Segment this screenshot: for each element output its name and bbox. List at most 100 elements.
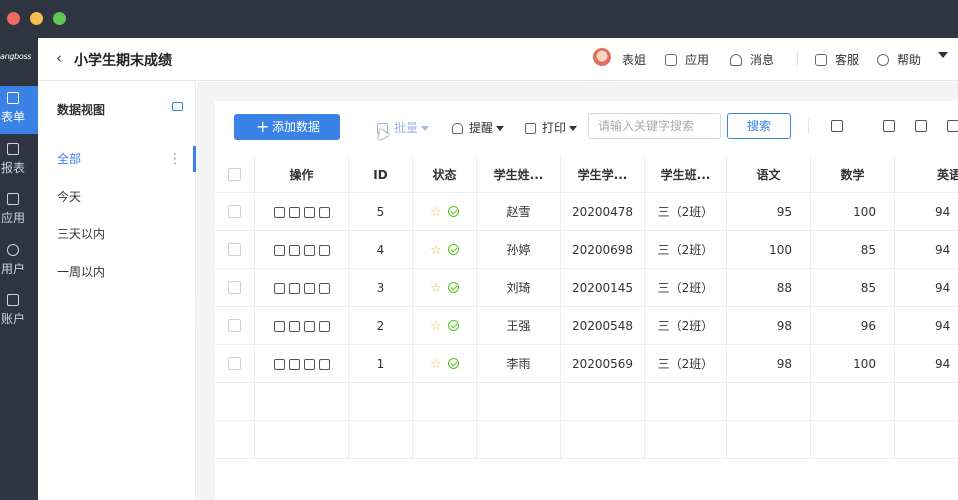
view-icon[interactable]	[288, 359, 300, 370]
view-item-three-days[interactable]: 三天以内	[38, 219, 196, 249]
column-header[interactable]: 状态	[413, 157, 477, 192]
account-icon	[7, 294, 19, 306]
select-all-checkbox[interactable]	[228, 168, 241, 181]
row-height-icon[interactable]	[883, 120, 895, 132]
avatar[interactable]	[593, 48, 611, 66]
edit-icon[interactable]	[273, 283, 285, 294]
filter-icon[interactable]	[831, 120, 843, 132]
remind-dropdown[interactable]: 提醒	[452, 119, 505, 136]
more-vertical-icon[interactable]: ⋮	[168, 144, 182, 174]
copy-icon[interactable]	[303, 283, 315, 294]
check-circle-icon	[447, 282, 459, 293]
table-cell	[645, 383, 727, 420]
copy-icon[interactable]	[303, 359, 315, 370]
rail-item-form[interactable]: 表单	[0, 86, 38, 134]
view-icon[interactable]	[288, 321, 300, 332]
print-dropdown[interactable]: 打印	[525, 119, 578, 136]
service-link[interactable]: 客服	[815, 51, 859, 68]
delete-icon[interactable]	[318, 283, 330, 294]
view-item-all[interactable]: 全部 ⋮	[38, 144, 196, 174]
bell-icon	[452, 123, 463, 134]
search-input[interactable]	[588, 113, 721, 139]
column-header[interactable]: 英语	[895, 157, 958, 192]
view-icon[interactable]	[288, 245, 300, 256]
view-item-week[interactable]: 一周以内	[38, 257, 196, 287]
user-name[interactable]: 表姐	[622, 51, 646, 68]
table-cell	[895, 383, 958, 420]
star-icon[interactable]: ☆	[430, 357, 442, 372]
copy-icon[interactable]	[303, 207, 315, 218]
view-icon[interactable]	[288, 283, 300, 294]
export-icon[interactable]	[947, 120, 958, 132]
table-cell	[413, 421, 477, 458]
row-checkbox[interactable]	[228, 281, 241, 294]
column-header[interactable]: 学生学...	[561, 157, 645, 192]
column-header[interactable]: 学生班...	[645, 157, 727, 192]
rail-item-report[interactable]: 报表	[0, 137, 38, 185]
view-icon[interactable]	[288, 207, 300, 218]
student-number-cell: 20200569	[561, 345, 645, 382]
column-header[interactable]: 操作	[255, 157, 349, 192]
delete-icon[interactable]	[318, 207, 330, 218]
rail-item-label: 用户	[1, 262, 26, 276]
id-cell: 3	[349, 269, 413, 306]
star-icon[interactable]: ☆	[430, 281, 442, 296]
chevron-down-icon[interactable]	[938, 52, 948, 58]
back-chevron-icon[interactable]: ‹	[56, 49, 62, 67]
copy-icon[interactable]	[303, 245, 315, 256]
search-button[interactable]: 搜索	[727, 113, 791, 139]
columns-icon[interactable]	[915, 120, 927, 132]
row-checkbox[interactable]	[228, 205, 241, 218]
copy-icon[interactable]	[303, 321, 315, 332]
star-icon[interactable]: ☆	[430, 243, 442, 258]
id-cell: 4	[349, 231, 413, 268]
table-cell	[255, 269, 349, 306]
math-score-cell: 100	[811, 345, 895, 382]
id-cell: 5	[349, 193, 413, 230]
add-data-button[interactable]: + 添加数据	[234, 114, 340, 140]
table-cell	[811, 383, 895, 420]
close-window-button[interactable]	[7, 12, 20, 25]
edit-icon[interactable]	[273, 359, 285, 370]
row-checkbox[interactable]	[228, 319, 241, 332]
math-score-cell: 96	[811, 307, 895, 344]
table-cell	[811, 421, 895, 458]
add-view-icon[interactable]	[172, 102, 183, 111]
student-number-cell: 20200548	[561, 307, 645, 344]
column-header[interactable]: 语文	[727, 157, 811, 192]
maximize-window-button[interactable]	[53, 12, 66, 25]
rail-item-app[interactable]: 应用	[0, 187, 38, 235]
chinese-score-cell: 98	[727, 307, 811, 344]
student-class-cell: 三（2班）	[645, 193, 727, 230]
column-header[interactable]: 数学	[811, 157, 895, 192]
rail-item-user[interactable]: 用户	[0, 238, 38, 286]
row-checkbox[interactable]	[228, 357, 241, 370]
chinese-score-cell: 98	[727, 345, 811, 382]
messages-link[interactable]: 消息	[730, 51, 774, 68]
help-link[interactable]: 帮助	[877, 51, 921, 68]
batch-label: 批量	[394, 121, 419, 135]
delete-icon[interactable]	[318, 321, 330, 332]
edit-icon[interactable]	[273, 207, 285, 218]
column-header[interactable]: ID	[349, 157, 413, 192]
math-score-cell: 100	[811, 193, 895, 230]
student-number-cell: 20200698	[561, 231, 645, 268]
delete-icon[interactable]	[318, 359, 330, 370]
minimize-window-button[interactable]	[30, 12, 43, 25]
view-item-today[interactable]: 今天	[38, 182, 196, 212]
edit-icon[interactable]	[273, 321, 285, 332]
student-number-cell: 20200478	[561, 193, 645, 230]
table-cell	[349, 421, 413, 458]
edit-icon[interactable]	[273, 245, 285, 256]
star-icon[interactable]: ☆	[430, 205, 442, 220]
table-cell: ☆	[413, 345, 477, 382]
column-header[interactable]: 学生姓...	[477, 157, 561, 192]
star-icon[interactable]: ☆	[430, 319, 442, 334]
row-checkbox[interactable]	[228, 243, 241, 256]
student-name-cell: 李雨	[477, 345, 561, 382]
delete-icon[interactable]	[318, 245, 330, 256]
rail-item-label: 报表	[1, 161, 26, 175]
table-cell	[413, 383, 477, 420]
rail-item-account[interactable]: 账户	[0, 288, 38, 336]
apps-link[interactable]: 应用	[665, 51, 709, 68]
